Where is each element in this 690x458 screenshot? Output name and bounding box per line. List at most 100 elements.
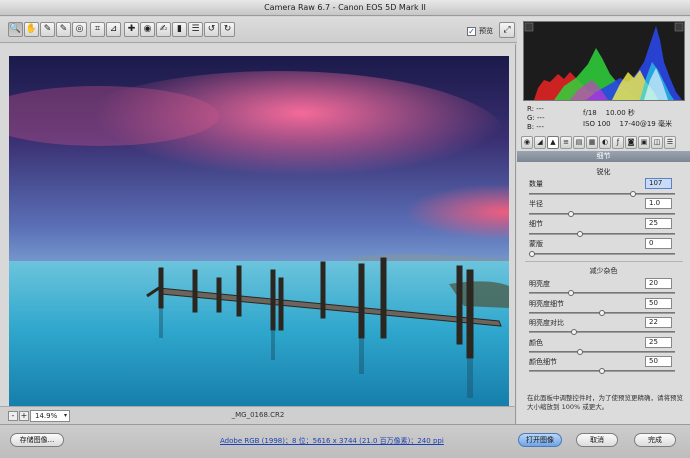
readout-g: G: --- bbox=[527, 114, 545, 122]
readout-b-value: --- bbox=[536, 123, 544, 131]
color-slider-thumb[interactable] bbox=[577, 349, 583, 355]
tab-split-toning[interactable]: ▤ bbox=[573, 136, 585, 149]
fullscreen-button[interactable]: ⤢ bbox=[499, 22, 515, 38]
exif-aperture: f/18 bbox=[583, 109, 597, 117]
luminance-contrast-field[interactable]: 22 bbox=[645, 317, 672, 328]
tab-fx[interactable]: ƒ bbox=[612, 136, 624, 149]
luminance-field[interactable]: 20 bbox=[645, 278, 672, 289]
readout-r-value: --- bbox=[536, 105, 544, 113]
zoom-tool[interactable]: 🔍 bbox=[8, 22, 23, 37]
luminance-slider-thumb[interactable] bbox=[568, 290, 574, 296]
zoom-hint: 在此面板中调整控件时，为了使预览更精确，请将预览大小缩放到 100% 或更大。 bbox=[527, 394, 683, 411]
rotate-right-button[interactable]: ↻ bbox=[220, 22, 235, 37]
photo-preview-image bbox=[9, 56, 509, 434]
done-button[interactable]: 完成 bbox=[634, 433, 676, 447]
menu-icon: ☰ bbox=[666, 138, 674, 146]
masking-slider[interactable] bbox=[529, 251, 675, 257]
save-image-button[interactable]: 存储图像... bbox=[10, 433, 64, 447]
slider-label-masking: 蒙版 bbox=[529, 240, 543, 248]
targeted-adjustment-tool[interactable]: ◎ bbox=[72, 22, 87, 37]
detail-slider-thumb[interactable] bbox=[577, 231, 583, 237]
detail-field[interactable]: 25 bbox=[645, 218, 672, 229]
color-detail-slider-thumb[interactable] bbox=[599, 368, 605, 374]
radius-field[interactable]: 1.0 bbox=[645, 198, 672, 209]
exif-lens: 17-40@19 毫米 bbox=[619, 120, 672, 128]
straighten-icon: ⊿ bbox=[109, 24, 118, 34]
histogram bbox=[523, 21, 685, 101]
fullscreen-icon: ⤢ bbox=[503, 25, 511, 35]
panel-menu-button[interactable]: ☰ bbox=[664, 136, 676, 149]
luminance-detail-slider-thumb[interactable] bbox=[599, 310, 605, 316]
preferences-button[interactable]: ☰ bbox=[188, 22, 203, 37]
preview-toggle[interactable]: ✓ 预览 bbox=[467, 25, 493, 37]
image-canvas[interactable] bbox=[0, 44, 516, 434]
amount-slider-thumb[interactable] bbox=[630, 191, 636, 197]
amount-field[interactable]: 107 bbox=[645, 178, 672, 189]
adjustment-brush-icon: ✍ bbox=[159, 24, 168, 34]
slider-label-color: 颜色 bbox=[529, 339, 543, 347]
radius-slider-thumb[interactable] bbox=[568, 211, 574, 217]
crop-tool[interactable]: ⌗ bbox=[90, 22, 105, 37]
luminance-contrast-slider-thumb[interactable] bbox=[571, 329, 577, 335]
amount-slider[interactable] bbox=[529, 191, 675, 197]
tab-effects[interactable]: ◐ bbox=[599, 136, 611, 149]
effects-icon: ◐ bbox=[601, 138, 609, 146]
slider-label-radius: 半径 bbox=[529, 200, 543, 208]
tab-detail[interactable]: ▲ bbox=[547, 136, 559, 149]
luminance-detail-slider[interactable] bbox=[529, 310, 675, 316]
color-sampler-tool[interactable]: ✎ bbox=[56, 22, 71, 37]
red-eye-tool[interactable]: ◉ bbox=[140, 22, 155, 37]
radius-slider[interactable] bbox=[529, 211, 675, 217]
masking-field[interactable]: 0 bbox=[645, 238, 672, 249]
slider-label-luminance: 明亮度 bbox=[529, 280, 550, 288]
spot-removal-icon: ✚ bbox=[127, 24, 136, 34]
tab-tone-curve[interactable]: ◢ bbox=[534, 136, 546, 149]
luminance-slider[interactable] bbox=[529, 290, 675, 296]
rotate-left-button[interactable]: ↺ bbox=[204, 22, 219, 37]
workflow-options-link[interactable]: Adobe RGB (1998)；8 位；5616 x 3744 (21.0 百… bbox=[220, 436, 444, 446]
exif-lens-row: ISO 100 17-40@19 毫米 bbox=[583, 119, 683, 129]
rotate-left-icon: ↺ bbox=[207, 24, 216, 34]
hand-icon: ✋ bbox=[25, 24, 38, 34]
cancel-button[interactable]: 取消 bbox=[576, 433, 618, 447]
red-eye-icon: ◉ bbox=[143, 24, 152, 34]
tab-lens-corrections[interactable]: ▦ bbox=[586, 136, 598, 149]
pixel-readout: R: --- G: --- B: --- f/18 10.00 秒 ISO 10… bbox=[523, 105, 685, 131]
luminance-detail-field[interactable]: 50 bbox=[645, 298, 672, 309]
straighten-tool[interactable]: ⊿ bbox=[106, 22, 121, 37]
exif-shutter: 10.00 秒 bbox=[605, 109, 635, 117]
detail-icon: ▲ bbox=[550, 138, 556, 146]
tab-camera-calibration[interactable]: ◙ bbox=[625, 136, 637, 149]
slider-label-detail: 细节 bbox=[529, 220, 543, 228]
color-detail-field[interactable]: 50 bbox=[645, 356, 672, 367]
color-field[interactable]: 25 bbox=[645, 337, 672, 348]
tab-presets[interactable]: ▣ bbox=[638, 136, 650, 149]
adjustment-brush-tool[interactable]: ✍ bbox=[156, 22, 171, 37]
split-toning-icon: ▤ bbox=[575, 138, 583, 146]
preview-checkbox[interactable]: ✓ bbox=[467, 26, 476, 36]
tab-basic[interactable]: ◉ bbox=[521, 136, 533, 149]
color-detail-slider[interactable] bbox=[529, 368, 675, 374]
detail-slider[interactable] bbox=[529, 231, 675, 237]
targeted-adjustment-icon: ◎ bbox=[75, 24, 84, 34]
slider-label-color-detail: 颜色细节 bbox=[529, 358, 557, 366]
file-name: _MG_0168.CR2 bbox=[231, 411, 285, 419]
open-image-button[interactable]: 打开图像 bbox=[518, 433, 562, 447]
spot-removal-tool[interactable]: ✚ bbox=[124, 22, 139, 37]
graduated-filter-tool[interactable]: ▮ bbox=[172, 22, 187, 37]
masking-slider-thumb[interactable] bbox=[529, 251, 535, 257]
readout-r-label: R: bbox=[527, 105, 535, 113]
lens-icon: ▦ bbox=[588, 138, 596, 146]
photo-preview[interactable] bbox=[9, 56, 509, 434]
tab-snapshots[interactable]: ◫ bbox=[651, 136, 663, 149]
tab-hsl[interactable]: ≡ bbox=[560, 136, 572, 149]
section-title: 细节 bbox=[517, 151, 690, 162]
preview-label: 预览 bbox=[479, 27, 493, 35]
white-balance-tool[interactable]: ✎ bbox=[40, 22, 55, 37]
hand-tool[interactable]: ✋ bbox=[24, 22, 39, 37]
readout-g-label: G: bbox=[527, 114, 535, 122]
readout-g-value: --- bbox=[537, 114, 545, 122]
luminance-contrast-slider[interactable] bbox=[529, 329, 675, 335]
readout-r: R: --- bbox=[527, 105, 544, 113]
color-slider[interactable] bbox=[529, 349, 675, 355]
